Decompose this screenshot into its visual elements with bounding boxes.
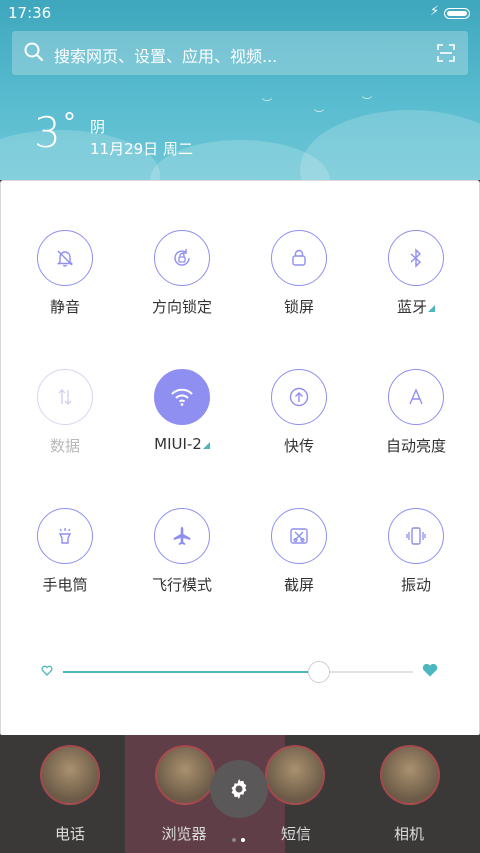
toggle-screenshot[interactable]: 截屏 bbox=[246, 508, 356, 618]
dock-app-label: 电话 bbox=[54, 825, 85, 843]
gear-icon bbox=[231, 779, 247, 799]
toggle-label: 数据 bbox=[49, 437, 80, 455]
brightness-low-icon bbox=[41, 665, 53, 676]
dock-app-label: 浏览器 bbox=[161, 825, 207, 843]
expand-corner-icon bbox=[202, 442, 210, 449]
vibrate-icon bbox=[388, 508, 444, 564]
toggle-mobile-data[interactable]: 数据 bbox=[12, 369, 122, 479]
dock-app-label: 短信 bbox=[280, 825, 311, 843]
page-indicator bbox=[232, 827, 250, 846]
battery-icon bbox=[444, 8, 470, 19]
search-placeholder: 搜索网页、设置、应用、视频... bbox=[54, 47, 278, 66]
auto-brightness-icon bbox=[388, 369, 444, 425]
toggle-lock-screen[interactable]: 锁屏 bbox=[246, 230, 356, 340]
settings-button[interactable] bbox=[210, 760, 268, 818]
toggle-label: 蓝牙 bbox=[363, 296, 469, 317]
toggle-label: 方向锁定 bbox=[151, 298, 212, 316]
status-bar: 17:36 ⚡ bbox=[0, 0, 480, 26]
page-dot-active bbox=[241, 838, 245, 842]
toggle-auto-brightness[interactable]: 自动亮度 bbox=[363, 369, 473, 479]
expand-corner-icon bbox=[428, 305, 435, 312]
bird-icon: ︶ bbox=[362, 97, 372, 108]
phone-app-icon[interactable] bbox=[40, 745, 100, 805]
weather-condition: 阴 bbox=[90, 118, 106, 136]
camera-app-icon[interactable] bbox=[380, 745, 440, 805]
toggle-flashlight[interactable]: 手电筒 bbox=[12, 508, 122, 618]
brightness-high-icon bbox=[422, 663, 438, 677]
toggle-label: MIUI-2 bbox=[129, 435, 235, 453]
toggle-label: 快传 bbox=[283, 437, 314, 455]
wifi-icon bbox=[154, 369, 210, 425]
clock: 17:36 bbox=[8, 4, 52, 22]
bird-icon: ︶ bbox=[262, 99, 272, 110]
quick-settings-panel: 静音 方向锁定 锁屏 蓝牙 数据 MIUI-2 快传 自动亮度 手电筒 飞行模式… bbox=[0, 180, 480, 736]
sms-app-icon[interactable] bbox=[265, 745, 325, 805]
bell-off-icon bbox=[37, 230, 93, 286]
weather-date: 11月29日 周二 bbox=[90, 140, 193, 158]
flashlight-icon bbox=[37, 508, 93, 564]
search-icon bbox=[24, 42, 44, 62]
toggle-label: 飞行模式 bbox=[151, 576, 212, 594]
temperature: 3 bbox=[34, 108, 61, 157]
toggle-label: 振动 bbox=[400, 576, 431, 594]
scan-icon[interactable] bbox=[436, 43, 456, 63]
upload-icon bbox=[271, 369, 327, 425]
dock-app-label: 相机 bbox=[393, 825, 424, 843]
toggle-silent[interactable]: 静音 bbox=[12, 230, 122, 340]
mobile-data-icon bbox=[37, 369, 93, 425]
bluetooth-icon bbox=[388, 230, 444, 286]
toggle-wifi[interactable]: MIUI-2 bbox=[129, 369, 239, 479]
brightness-fill bbox=[63, 671, 319, 673]
toggle-airplane[interactable]: 飞行模式 bbox=[129, 508, 239, 618]
brightness-slider[interactable] bbox=[63, 661, 413, 683]
degree-symbol: ° bbox=[63, 108, 76, 138]
screenshot-icon bbox=[271, 508, 327, 564]
toggle-label: 手电筒 bbox=[42, 576, 88, 594]
page-dot bbox=[232, 838, 236, 842]
toggle-label: 自动亮度 bbox=[385, 437, 446, 455]
toggle-bluetooth[interactable]: 蓝牙 bbox=[363, 230, 473, 340]
bird-icon: ︶ bbox=[314, 110, 324, 121]
charging-icon: ⚡ bbox=[430, 4, 440, 19]
toggle-rotation-lock[interactable]: 方向锁定 bbox=[129, 230, 239, 340]
airplane-icon bbox=[154, 508, 210, 564]
toggle-quick-transfer[interactable]: 快传 bbox=[246, 369, 356, 479]
toggle-label: 锁屏 bbox=[283, 298, 314, 316]
lock-icon bbox=[271, 230, 327, 286]
search-bar[interactable]: 搜索网页、设置、应用、视频... bbox=[12, 31, 468, 75]
toggle-label: 静音 bbox=[49, 298, 80, 316]
rotation-lock-icon bbox=[154, 230, 210, 286]
browser-app-icon[interactable] bbox=[155, 745, 215, 805]
weather-header: ︶ ︶ ︶ 17:36 ⚡ 搜索网页、设置、应用、视频... 3 ° 阴 11月… bbox=[0, 0, 480, 180]
brightness-thumb[interactable] bbox=[307, 661, 330, 683]
toggle-label: 截屏 bbox=[283, 576, 314, 594]
toggle-vibrate[interactable]: 振动 bbox=[363, 508, 473, 618]
